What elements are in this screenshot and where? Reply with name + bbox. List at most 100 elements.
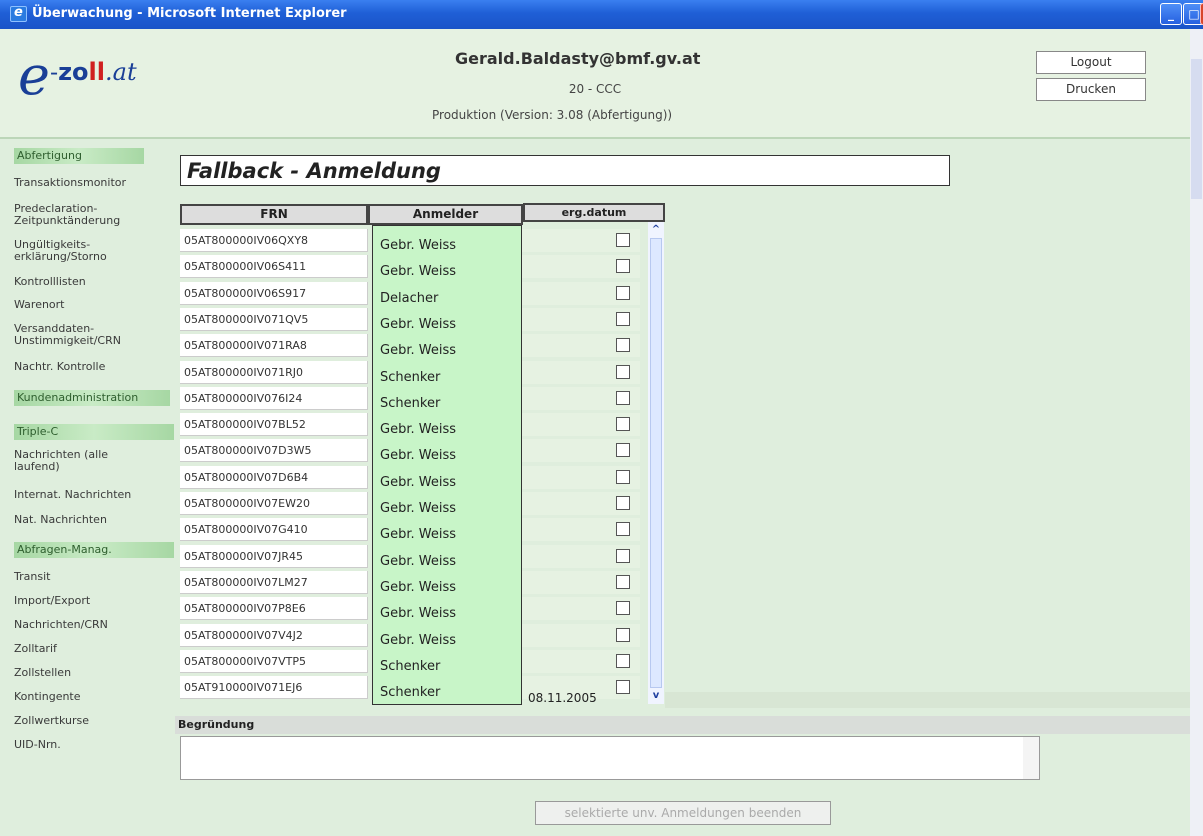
scroll-down-icon[interactable]: v [648, 688, 664, 704]
dropdown-option[interactable]: Gebr. Weiss [380, 343, 456, 358]
table-row[interactable]: 05AT910000IV071EJ6 [180, 676, 368, 699]
end-registrations-button[interactable]: selektierte unv. Anmeldungen beenden [535, 801, 831, 825]
row-checkbox[interactable] [616, 575, 630, 589]
textarea-scrollbar[interactable] [1023, 737, 1039, 779]
frn-cell: 05AT800000IV06S917 [184, 287, 307, 300]
sidebar-item-storno[interactable]: Ungültigkeits- erklärung/Storno [14, 239, 174, 263]
dropdown-option[interactable]: Gebr. Weiss [380, 317, 456, 332]
sidebar-item-transaktionsmonitor[interactable]: Transaktionsmonitor [14, 177, 174, 189]
table-row[interactable]: 05AT800000IV07V4J2 [180, 624, 368, 647]
row-checkbox[interactable] [616, 470, 630, 484]
table-scrollbar[interactable]: ^ v [648, 222, 664, 704]
begruendung-textarea[interactable] [180, 736, 1040, 780]
scroll-thumb[interactable] [650, 238, 662, 688]
window-scrollbar[interactable] [1190, 29, 1203, 836]
sidebar-item-import-export[interactable]: Import/Export [14, 595, 174, 607]
minimize-button[interactable]: _ [1160, 3, 1182, 25]
sidebar-item-versanddaten[interactable]: Versanddaten- Unstimmigkeit/CRN [14, 323, 174, 347]
sidebar-item-predeclaration[interactable]: Predeclaration- Zeitpunktänderung [14, 203, 174, 227]
dropdown-option[interactable]: Delacher [380, 291, 438, 306]
row-checkbox[interactable] [616, 365, 630, 379]
frn-cell: 05AT800000IV071RJ0 [184, 366, 304, 379]
sidebar-item-kontingente[interactable]: Kontingente [14, 691, 174, 703]
dropdown-option[interactable]: Schenker [380, 659, 440, 674]
sidebar-item-uid-nrn[interactable]: UID-Nrn. [14, 739, 174, 751]
table-row[interactable]: 05AT800000IV07D6B4 [180, 466, 368, 489]
sidebar-item-nachrichten-crn[interactable]: Nachrichten/CRN [14, 619, 174, 631]
user-email: Gerald.Baldasty@bmf.gv.at [455, 49, 701, 68]
row-checkbox[interactable] [616, 628, 630, 642]
window-title: Überwachung - Microsoft Internet Explore… [32, 6, 347, 21]
print-button[interactable]: Drucken [1036, 78, 1146, 101]
row-checkbox[interactable] [616, 601, 630, 615]
sidebar-item-zolltarif[interactable]: Zolltarif [14, 643, 174, 655]
row-checkbox[interactable] [616, 259, 630, 273]
frn-cell: 05AT800000IV07VTP5 [184, 655, 307, 668]
sidebar-item-nachrichten-alle[interactable]: Nachrichten (alle laufend) [14, 449, 174, 473]
table-row[interactable]: 05AT800000IV071RJ0 [180, 361, 368, 384]
table-row[interactable]: 05AT800000IV071QV5 [180, 308, 368, 331]
table-row[interactable]: 05AT800000IV07D3W5 [180, 439, 368, 462]
anmelder-dropdown-list[interactable]: Gebr. Weiss Gebr. Weiss Delacher Gebr. Weis… [372, 225, 522, 705]
row-checkbox[interactable] [616, 654, 630, 668]
dropdown-option[interactable]: Gebr. Weiss [380, 633, 456, 648]
sidebar-item-zollwertkurse[interactable]: Zollwertkurse [14, 715, 174, 727]
sidebar-head-triple-c[interactable]: Triple-C [14, 424, 174, 440]
sidebar-item-kontrolllisten[interactable]: Kontrolllisten [14, 276, 174, 288]
production-version: Produktion (Version: 3.08 (Abfertigung)) [432, 108, 673, 122]
dropdown-option[interactable]: Gebr. Weiss [380, 422, 456, 437]
row-checkbox[interactable] [616, 286, 630, 300]
row-checkbox[interactable] [616, 338, 630, 352]
sidebar-head-abfertigung[interactable]: Abfertigung [14, 148, 144, 164]
scroll-up-icon[interactable]: ^ [648, 222, 664, 238]
sidebar-item-warenort[interactable]: Warenort [14, 299, 174, 311]
table-row[interactable]: 05AT800000IV07P8E6 [180, 597, 368, 620]
dropdown-option[interactable]: Schenker [380, 370, 440, 385]
row-checkbox[interactable] [616, 443, 630, 457]
sidebar-item-nat-nachrichten[interactable]: Nat. Nachrichten [14, 514, 174, 526]
sidebar-head-kundenadministration[interactable]: Kundenadministration [14, 390, 170, 406]
sidebar-head-abfragen[interactable]: Abfragen-Manag. [14, 542, 174, 558]
row-checkbox[interactable] [616, 496, 630, 510]
row-checkbox[interactable] [616, 312, 630, 326]
dropdown-option[interactable]: Gebr. Weiss [380, 501, 456, 516]
sidebar-item-internat-nachrichten[interactable]: Internat. Nachrichten [14, 489, 174, 501]
sidebar-item-nachtr-kontrolle[interactable]: Nachtr. Kontrolle [14, 361, 174, 373]
dropdown-option[interactable]: Gebr. Weiss [380, 527, 456, 542]
table-row[interactable]: 05AT800000IV07BL52 [180, 413, 368, 436]
row-checkbox[interactable] [616, 391, 630, 405]
table-row[interactable]: 05AT800000IV07EW20 [180, 492, 368, 515]
column-header-erg-datum[interactable]: erg.datum [523, 203, 665, 222]
table-row[interactable]: 05AT800000IV06S917 [180, 282, 368, 305]
sidebar-item-transit[interactable]: Transit [14, 571, 174, 583]
column-header-frn[interactable]: FRN [180, 204, 368, 225]
dropdown-option[interactable]: Gebr. Weiss [380, 554, 456, 569]
table-row[interactable]: 05AT800000IV06QXY8 [180, 229, 368, 252]
logout-button[interactable]: Logout [1036, 51, 1146, 74]
dropdown-option[interactable]: Gebr. Weiss [380, 264, 456, 279]
frn-cell: 05AT800000IV07G410 [184, 523, 308, 536]
row-checkbox[interactable] [616, 549, 630, 563]
table-row[interactable]: 05AT800000IV076I24 [180, 387, 368, 410]
dropdown-option[interactable]: Gebr. Weiss [380, 580, 456, 595]
table-row[interactable]: 05AT800000IV07LM27 [180, 571, 368, 594]
frn-cell: 05AT910000IV071EJ6 [184, 681, 303, 694]
dropdown-option[interactable]: Gebr. Weiss [380, 475, 456, 490]
row-checkbox[interactable] [616, 522, 630, 536]
row-checkbox[interactable] [616, 233, 630, 247]
row-checkbox[interactable] [616, 417, 630, 431]
column-header-anmelder[interactable]: Anmelder [368, 204, 523, 225]
table-row[interactable]: 05AT800000IV07VTP5 [180, 650, 368, 673]
sidebar-item-zollstellen[interactable]: Zollstellen [14, 667, 174, 679]
dropdown-option[interactable]: Gebr. Weiss [380, 448, 456, 463]
dropdown-option[interactable]: Schenker [380, 396, 440, 411]
window-scroll-thumb[interactable] [1191, 59, 1202, 199]
row-checkbox[interactable] [616, 680, 630, 694]
dropdown-option[interactable]: Gebr. Weiss [380, 606, 456, 621]
table-row[interactable]: 05AT800000IV07JR45 [180, 545, 368, 568]
dropdown-option[interactable]: Gebr. Weiss [380, 238, 456, 253]
table-row[interactable]: 05AT800000IV06S411 [180, 255, 368, 278]
table-row[interactable]: 05AT800000IV071RA8 [180, 334, 368, 357]
table-row[interactable]: 05AT800000IV07G410 [180, 518, 368, 541]
dropdown-option[interactable]: Schenker [380, 685, 440, 700]
